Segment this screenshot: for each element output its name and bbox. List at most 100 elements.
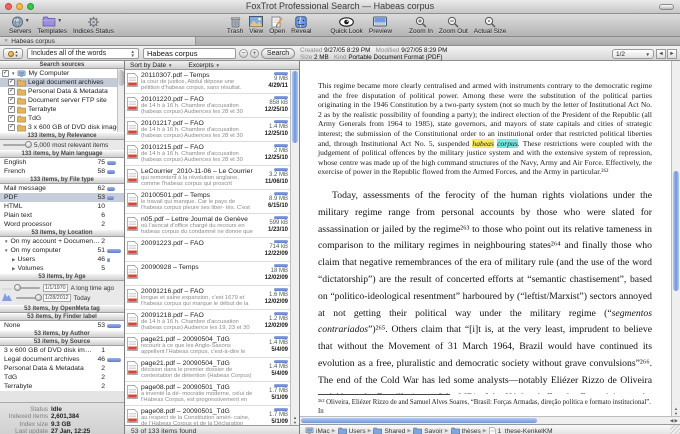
view-button[interactable]: View — [249, 15, 263, 35]
zoom-out-button[interactable]: Zoom Out — [439, 15, 468, 35]
facet-row[interactable]: TdG2 — [0, 373, 124, 382]
path-item[interactable]: Shared — [373, 427, 405, 434]
add-criterion-button[interactable]: + — [250, 49, 259, 58]
title-bar[interactable]: FoxTrot Professional Search — Habeas cor… — [0, 0, 680, 14]
facet-row[interactable]: ▼On my computer51 — [0, 246, 124, 255]
facet-row[interactable]: HTML10 — [0, 202, 124, 211]
sort-by-menu[interactable]: Sort by Date ▼ — [130, 62, 172, 69]
facet-row[interactable]: ▼On my account + Document…2 — [0, 237, 124, 246]
source-row[interactable]: ✓Document server FTP site — [0, 96, 117, 105]
checkbox[interactable]: ✓ — [8, 79, 15, 86]
age-from-slider[interactable] — [16, 287, 40, 289]
checkbox[interactable]: ✓ — [8, 115, 15, 122]
disclosure-triangle[interactable]: ▶ — [12, 266, 15, 272]
result-item[interactable]: 20091216.pdf – FAOlongue et saine expans… — [125, 286, 290, 310]
checkbox[interactable]: ✓ — [8, 88, 15, 95]
facet-row[interactable]: Word processor2 — [0, 220, 124, 229]
result-item[interactable]: 20091218.pdf – FAOde 14 h à 16 h. Chambr… — [125, 310, 290, 334]
resize-grip[interactable] — [670, 425, 680, 434]
path-item[interactable]: Users — [338, 427, 366, 434]
actual-size-button[interactable]: Actual Size — [474, 15, 507, 35]
templates-button[interactable]: ▼ Templates — [37, 15, 67, 35]
result-item[interactable]: 20100501.pdf – Tempsle travail qui manqu… — [125, 190, 290, 214]
relevance-slider[interactable] — [3, 144, 31, 146]
results-scrollbar[interactable]: ▲▼ — [290, 70, 299, 425]
close-window-button[interactable] — [5, 3, 12, 10]
path-item[interactable]: 1_these-KenkelKM — [489, 427, 553, 434]
checkbox[interactable]: ✓ — [2, 70, 9, 77]
next-page-button[interactable]: ► — [667, 49, 677, 59]
result-item[interactable]: 20101217.pdf – FAOde 14 h à 16 h. Chambr… — [125, 118, 290, 142]
facet-row[interactable]: French58 — [0, 167, 124, 176]
indices-status-button[interactable]: Indices Status — [73, 15, 114, 35]
result-item[interactable]: 20090928 – Temps18 MB12/02/09 — [125, 262, 290, 286]
preview-button[interactable]: Preview — [369, 15, 392, 35]
result-item[interactable]: 20110307.pdf – Tempsla cour de justice, … — [125, 70, 290, 94]
facet-row[interactable]: 3 x 600 GB of DVD disk im…1 — [0, 346, 124, 355]
quick-look-button[interactable]: Quick Look — [330, 15, 363, 35]
facet-row[interactable]: English75 — [0, 158, 124, 167]
scrollbar-thumb[interactable] — [292, 71, 298, 143]
source-row[interactable]: ✓3 x 600 GB of DVD disk images — [0, 123, 117, 132]
facet-row[interactable]: Plain text6 — [0, 211, 124, 220]
trash-button[interactable]: Trash — [227, 15, 243, 35]
minimize-window-button[interactable] — [16, 3, 23, 10]
disclosure-triangle[interactable]: ▼ — [4, 248, 8, 253]
remove-criterion-button[interactable]: − — [239, 49, 248, 58]
result-item[interactable]: page08.pdf – 20090501_TdGa inventé la dé… — [125, 382, 290, 406]
result-item[interactable]: 20091223.pdf – FAO714 kB12/22/09 — [125, 238, 290, 262]
reveal-button[interactable]: Reveal — [291, 15, 311, 35]
stepper-arrows-icon[interactable]: ▲▼ — [15, 50, 19, 58]
scrollbar-thumb[interactable] — [301, 418, 537, 423]
path-item[interactable]: iMac — [305, 427, 330, 434]
result-item[interactable]: page21.pdf – 20090504_TdGdécision dans l… — [125, 358, 290, 382]
checkbox[interactable]: ✓ — [8, 124, 15, 131]
result-item[interactable]: page21.pdf – 20090504_TdGrecourir à ce q… — [125, 334, 290, 358]
result-item[interactable]: 20101220.pdf – FAOde 14 h à 16 h. Chambr… — [125, 94, 290, 118]
source-row[interactable]: ✓Legal document archives — [0, 78, 117, 87]
zoom-window-button[interactable] — [27, 3, 34, 10]
open-button[interactable]: Open — [269, 15, 285, 35]
result-item[interactable]: LeCourrier_2010-11-06 – Le Courrierqui r… — [125, 166, 290, 190]
tab-close-icon[interactable]: ✕ — [4, 38, 8, 44]
disclosure-triangle[interactable]: ▼ — [11, 71, 15, 76]
path-item[interactable]: Savoir — [413, 427, 442, 434]
path-item[interactable]: thèses — [451, 427, 481, 434]
scroll-arrows-icon[interactable]: ▲▼ — [672, 406, 680, 416]
tab-habeas-corpus[interactable]: ✕ Habeas corpus — [0, 37, 196, 45]
previous-page-button[interactable]: ◄ — [656, 49, 666, 59]
scroll-arrows-icon[interactable]: ▲▼ — [291, 415, 299, 425]
checkbox[interactable]: ✓ — [8, 97, 15, 104]
source-row[interactable]: ✓▼My Computer — [0, 69, 117, 78]
match-mode-popup[interactable]: Includes all of the words ▲▼ — [27, 48, 139, 59]
saved-search-button[interactable]: ▲▼ — [3, 48, 23, 59]
excerpts-menu[interactable]: Excerpts ▼ — [188, 62, 220, 69]
facet-row[interactable]: None53 — [0, 321, 124, 330]
facet-row[interactable]: Mail message62 — [0, 184, 124, 193]
scrollbar-thumb[interactable] — [673, 171, 679, 291]
result-item[interactable]: 20101215.pdf – FAOde 14 h à 16 h. Chambr… — [125, 142, 290, 166]
preview-vertical-scrollbar[interactable]: ▲▼ — [671, 61, 680, 416]
facet-row[interactable]: Terrabyte2 — [0, 382, 124, 391]
disclosure-triangle[interactable]: ▶ — [12, 257, 15, 263]
preview-horizontal-scrollbar[interactable]: ◀ ▶ — [300, 416, 680, 424]
facet-row[interactable]: ▶Volumes5 — [0, 264, 124, 273]
servers-button[interactable]: ▼ Servers — [9, 15, 31, 35]
age-to-slider[interactable] — [16, 297, 40, 299]
result-item[interactable]: n05.pdf – Lettre Journal de Genèveoù l'a… — [125, 214, 290, 238]
source-row[interactable]: ✓Terrabyte — [0, 105, 117, 114]
checkbox[interactable]: ✓ — [8, 106, 15, 113]
zoom-in-button[interactable]: Zoom In — [409, 15, 433, 35]
result-item[interactable]: page08.pdf – 20090501_TdGau respect de l… — [125, 406, 290, 425]
search-input[interactable]: Habeas corpus — [143, 48, 236, 59]
facet-row[interactable]: Personal Data & Metadata2 — [0, 364, 124, 373]
facet-row[interactable]: ▶Users46 — [0, 255, 124, 264]
search-button[interactable]: Search — [261, 48, 295, 59]
toolbar-toggle-button[interactable] — [659, 4, 674, 10]
source-row[interactable]: ✓Personal Data & Metadata — [0, 87, 117, 96]
facet-row[interactable]: PDF53 — [0, 193, 124, 202]
facet-row[interactable]: Legal document archives46 — [0, 355, 124, 364]
page-selector[interactable]: 1/2 ▼ — [612, 49, 654, 59]
tree-scrollbar[interactable] — [117, 69, 124, 132]
disclosure-triangle[interactable]: ▼ — [4, 239, 8, 244]
